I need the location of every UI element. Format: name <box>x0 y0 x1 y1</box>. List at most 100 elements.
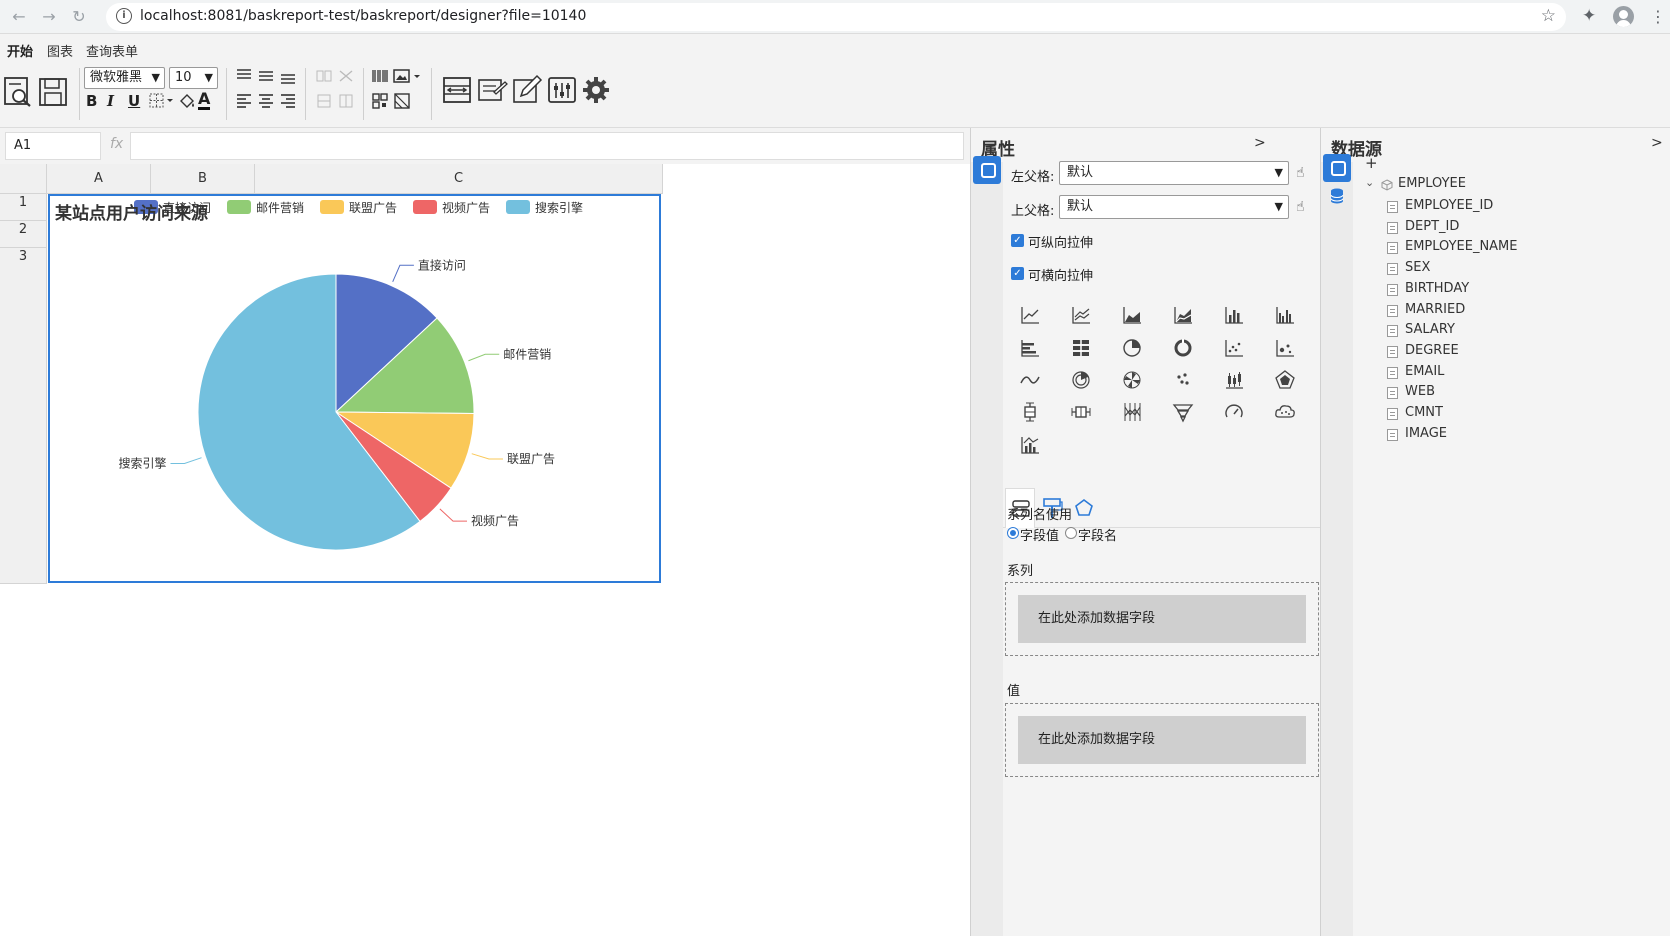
funnel-chart-icon[interactable] <box>1172 401 1194 423</box>
profile-avatar[interactable] <box>1613 6 1634 27</box>
boxplot-chart-icon[interactable] <box>1019 401 1041 423</box>
font-color-button[interactable]: A <box>198 90 211 110</box>
legend-swatch-2[interactable] <box>320 200 344 214</box>
multi-line-chart-icon[interactable] <box>1070 304 1092 326</box>
left-parent-select[interactable]: 默认 ▼ <box>1059 161 1289 185</box>
tree-field-web[interactable]: WEB <box>1405 384 1435 399</box>
edit-icon[interactable] <box>511 74 543 106</box>
stacked-bar-chart-icon[interactable] <box>1070 337 1092 359</box>
tree-table-employee[interactable]: EMPLOYEE <box>1398 176 1466 191</box>
radio-field-name[interactable] <box>1065 527 1077 539</box>
bookmark-star-icon[interactable]: ☆ <box>1541 6 1556 26</box>
line-chart-icon[interactable] <box>1019 304 1041 326</box>
horizontal-stretch-checkbox[interactable]: ✓ <box>1011 267 1024 280</box>
tree-field-email[interactable]: EMAIL <box>1405 364 1444 379</box>
pick-cell-hand-icon[interactable]: ☝ <box>1296 165 1305 181</box>
barcode-icon[interactable] <box>371 67 389 85</box>
dot-cluster-icon[interactable] <box>1172 369 1194 391</box>
reload-icon[interactable]: ↻ <box>68 6 90 28</box>
candlestick-chart-icon[interactable] <box>1223 369 1245 391</box>
radar-chart-icon[interactable] <box>1274 369 1296 391</box>
tab-start[interactable]: 开始 <box>7 41 34 66</box>
legend-item-1[interactable]: 邮件营销 <box>256 201 304 215</box>
column-header-b[interactable]: B <box>151 164 255 194</box>
word-cloud-icon[interactable] <box>1274 401 1296 423</box>
bubble-chart-icon[interactable] <box>1274 337 1296 359</box>
polar-chart-icon[interactable] <box>1070 369 1092 391</box>
legend-item-4[interactable]: 搜索引擎 <box>535 200 583 215</box>
unmerge-cells-icon[interactable] <box>337 67 355 85</box>
border-icon[interactable] <box>149 92 175 110</box>
tab-query-form[interactable]: 查询表单 <box>86 41 138 60</box>
area-chart-icon[interactable] <box>1121 304 1143 326</box>
tree-field-birthday[interactable]: BIRTHDAY <box>1405 281 1469 296</box>
legend-item-3[interactable]: 视频广告 <box>442 200 490 215</box>
value-drop-zone[interactable]: 在此处添加数据字段 <box>1005 703 1319 777</box>
bar-chart-icon[interactable] <box>1223 304 1245 326</box>
select-all-corner[interactable] <box>0 164 47 194</box>
tree-field-dept-id[interactable]: DEPT_ID <box>1405 219 1459 234</box>
collapse-datasource-button[interactable]: > <box>1651 135 1663 151</box>
tab-effects[interactable] <box>1069 488 1099 528</box>
legend-item-2[interactable]: 联盟广告 <box>349 201 397 215</box>
tab-chart[interactable]: 图表 <box>47 41 73 60</box>
align-middle-icon[interactable] <box>257 67 275 85</box>
tree-field-married[interactable]: MARRIED <box>1405 302 1465 317</box>
url-text[interactable]: localhost:8081/baskreport-test/baskrepor… <box>140 8 586 24</box>
horizontal-bar-chart-icon[interactable] <box>1019 337 1041 359</box>
italic-button[interactable]: I <box>107 92 114 110</box>
row-header-3[interactable]: 3 <box>0 248 47 584</box>
align-center-icon[interactable] <box>257 92 275 110</box>
dataset-tab-icon[interactable] <box>1323 154 1351 182</box>
merge-cells-icon[interactable] <box>315 67 333 85</box>
row-header-1[interactable]: 1 <box>0 194 47 221</box>
parallel-chart-icon[interactable] <box>1121 401 1143 423</box>
legend-swatch-1[interactable] <box>227 200 251 214</box>
align-left-icon[interactable] <box>235 92 253 110</box>
browser-menu-icon[interactable]: ⋮ <box>1650 7 1666 26</box>
tree-field-employee-id[interactable]: EMPLOYEE_ID <box>1405 198 1493 213</box>
tree-field-image[interactable]: IMAGE <box>1405 426 1447 441</box>
combo-chart-icon[interactable] <box>1019 434 1041 456</box>
tree-field-degree[interactable]: DEGREE <box>1405 343 1459 358</box>
column-header-a[interactable]: A <box>47 164 151 194</box>
vertical-stretch-checkbox[interactable]: ✓ <box>1011 234 1024 247</box>
insert-row-icon[interactable] <box>315 92 333 110</box>
image-icon[interactable] <box>393 67 423 85</box>
qrcode-icon[interactable] <box>371 92 389 110</box>
legend-swatch-4[interactable] <box>506 200 530 214</box>
tree-field-employee-name[interactable]: EMPLOYEE_NAME <box>1405 239 1518 254</box>
bold-button[interactable]: B <box>86 92 97 110</box>
align-top-icon[interactable] <box>235 67 253 85</box>
radio-field-value[interactable] <box>1007 527 1019 539</box>
save-icon[interactable] <box>38 76 68 108</box>
preview-icon[interactable] <box>3 76 33 108</box>
delete-row-icon[interactable] <box>337 92 355 110</box>
database-icon[interactable] <box>1330 188 1344 204</box>
chart-properties-tab-icon[interactable] <box>973 156 1001 184</box>
scatter-chart-icon[interactable] <box>1223 337 1245 359</box>
site-info-icon[interactable]: i <box>116 8 132 24</box>
page-setup-icon[interactable] <box>441 74 473 106</box>
address-bar[interactable]: i localhost:8081/baskreport-test/baskrep… <box>106 3 1566 31</box>
align-bottom-icon[interactable] <box>279 67 297 85</box>
row-header-2[interactable]: 2 <box>0 221 47 248</box>
pie-chart-container[interactable]: 直接访问 邮件营销 联盟广告 视频广告 搜索引擎 直接访问 邮件营销 联盟广告 视频广告 搜索引擎… <box>48 194 661 583</box>
collapse-properties-button[interactable]: > <box>1254 135 1266 151</box>
diagonal-cell-icon[interactable] <box>393 92 411 110</box>
series-drop-zone[interactable]: 在此处添加数据字段 <box>1005 582 1319 656</box>
rose-chart-icon[interactable] <box>1121 369 1143 391</box>
grouped-bar-chart-icon[interactable] <box>1274 304 1296 326</box>
stacked-area-chart-icon[interactable] <box>1172 304 1194 326</box>
spreadsheet-grid[interactable]: A B C 1 2 3 直接访问 邮件营销 联盟广告 视频广告 搜索引擎 直接访问 邮件营销… <box>0 164 970 936</box>
pick-cell-hand-icon[interactable]: ☝ <box>1296 199 1305 215</box>
font-size-select[interactable]: 10 ▼ <box>169 67 218 89</box>
donut-chart-icon[interactable] <box>1172 337 1194 359</box>
tree-field-salary[interactable]: SALARY <box>1405 322 1455 337</box>
data-filter-icon[interactable] <box>476 74 508 106</box>
cell-reference-box[interactable]: A1 <box>5 132 101 160</box>
legend-swatch-3[interactable] <box>413 200 437 214</box>
smooth-line-chart-icon[interactable] <box>1019 369 1041 391</box>
align-right-icon[interactable] <box>279 92 297 110</box>
top-parent-select[interactable]: 默认 ▼ <box>1059 195 1289 219</box>
